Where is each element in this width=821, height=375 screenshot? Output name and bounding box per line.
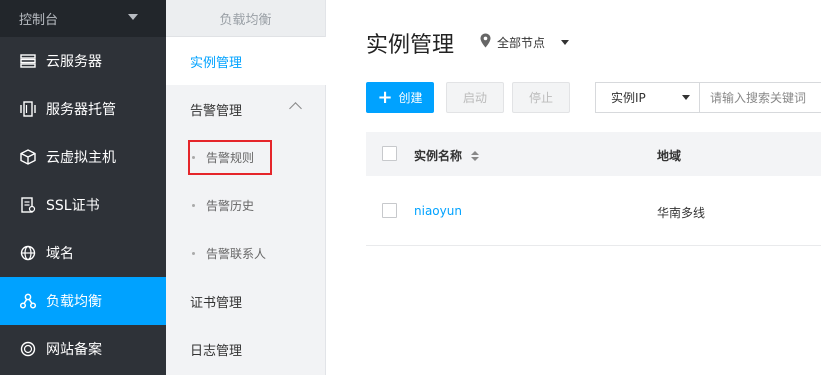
search-input[interactable] xyxy=(700,83,820,112)
highlight-box xyxy=(188,140,272,175)
submenu-item-cert[interactable]: 证书管理 xyxy=(166,277,326,325)
sidebar-item-label: SSL证书 xyxy=(46,198,100,214)
sidebar-item-label: 服务器托管 xyxy=(46,102,116,118)
chevron-down-icon xyxy=(561,39,570,45)
cube-icon xyxy=(19,148,37,166)
sidebar-item-ssl[interactable]: SSL证书 xyxy=(0,181,166,229)
submenu-item-alarm-history[interactable]: 告警历史 xyxy=(166,181,326,229)
instance-name-link[interactable]: niaoyun xyxy=(414,204,462,218)
submenu-item-instance[interactable]: 实例管理 xyxy=(166,37,326,85)
record-badge-icon xyxy=(19,340,37,358)
select-all-checkbox[interactable] xyxy=(382,146,397,161)
page-title: 实例管理 xyxy=(366,33,455,58)
sidebar-item-label: 网站备案 xyxy=(46,342,102,358)
location-pin-icon xyxy=(480,33,491,51)
sidebar-item-label: 云虚拟主机 xyxy=(46,150,116,166)
submenu-item-label: 实例管理 xyxy=(190,55,243,71)
load-balance-icon xyxy=(19,292,37,310)
search-bar: 实例IP xyxy=(595,82,821,113)
console-label: 控制台 xyxy=(19,13,59,28)
main-sidebar: 控制台 云服务器 服务器托管 云虚拟主机 SSL证书 域名 负载均衡 网站备案 xyxy=(0,0,166,375)
chevron-down-icon xyxy=(682,95,690,100)
server-list-icon xyxy=(19,52,37,70)
bullet-icon xyxy=(192,251,195,255)
region-label: 全部节点 xyxy=(497,35,546,50)
create-button[interactable]: + 创建 xyxy=(366,82,434,113)
submenu-item-label: 日志管理 xyxy=(190,343,243,359)
table-header: 实例名称 地域 xyxy=(366,132,821,176)
sidebar-item-icp-record[interactable]: 网站备案 xyxy=(0,325,166,373)
plus-icon: + xyxy=(377,86,393,108)
sidebar-item-load-balance[interactable]: 负载均衡 xyxy=(0,277,166,325)
server-rack-icon xyxy=(19,100,37,118)
column-header-name[interactable]: 实例名称 xyxy=(414,147,480,164)
submenu-item-alarm[interactable]: 告警管理 xyxy=(166,85,326,133)
app-root: 控制台 云服务器 服务器托管 云虚拟主机 SSL证书 域名 负载均衡 网站备案 … xyxy=(0,0,821,375)
console-dropdown[interactable]: 控制台 xyxy=(0,0,166,37)
instance-region: 华南多线 xyxy=(657,206,706,220)
column-header-label: 实例名称 xyxy=(414,149,463,163)
sidebar-item-domain[interactable]: 域名 xyxy=(0,229,166,277)
sidebar-item-label: 域名 xyxy=(46,246,74,262)
search-field-label: 实例IP xyxy=(611,91,646,105)
region-selector[interactable]: 全部节点 xyxy=(480,33,570,51)
create-button-label: 创建 xyxy=(398,91,423,105)
sidebar-item-cloud-server[interactable]: 云服务器 xyxy=(0,37,166,85)
bullet-icon xyxy=(192,203,195,207)
chevron-up-icon xyxy=(289,102,302,115)
row-checkbox[interactable] xyxy=(382,203,397,218)
submenu-item-alarm-contacts[interactable]: 告警联系人 xyxy=(166,229,326,277)
search-field-select[interactable]: 实例IP xyxy=(596,83,700,112)
submenu-header: 负载均衡 xyxy=(166,0,325,37)
sidebar-item-label: 负载均衡 xyxy=(46,294,102,310)
sidebar-item-virtual-host[interactable]: 云虚拟主机 xyxy=(0,133,166,181)
main-content: 实例管理 全部节点 + 创建 启动 停止 实例IP 实例名称 xyxy=(327,0,821,375)
sidebar-item-label: 云服务器 xyxy=(46,54,102,70)
certificate-icon xyxy=(19,196,37,214)
stop-button[interactable]: 停止 xyxy=(512,82,570,113)
start-button[interactable]: 启动 xyxy=(446,82,504,113)
table-row: niaoyun 华南多线 xyxy=(366,176,821,246)
sidebar-item-server-hosting[interactable]: 服务器托管 xyxy=(0,85,166,133)
sort-icon[interactable] xyxy=(471,150,480,161)
chevron-down-icon xyxy=(128,14,138,20)
submenu-item-label: 告警历史 xyxy=(206,198,255,213)
submenu-item-label: 告警联系人 xyxy=(206,246,267,261)
secondary-menu: 负载均衡 实例管理 告警管理 告警规则 告警历史 告警联系人 证书管理 日志管理 xyxy=(166,0,326,375)
submenu-item-log[interactable]: 日志管理 xyxy=(166,325,326,373)
globe-icon xyxy=(19,244,37,262)
column-header-region: 地域 xyxy=(657,149,682,163)
submenu-item-label: 告警管理 xyxy=(190,103,243,119)
submenu-item-label: 证书管理 xyxy=(190,295,243,311)
